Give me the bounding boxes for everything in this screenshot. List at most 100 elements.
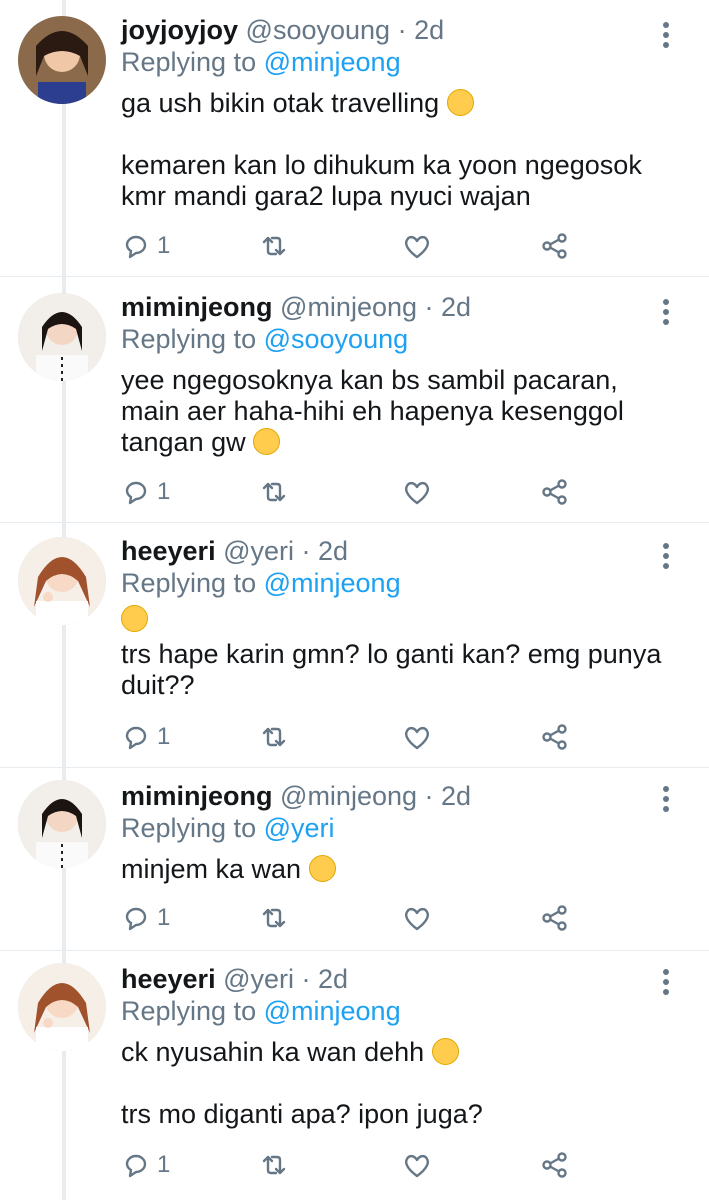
retweet-button[interactable] <box>259 720 289 754</box>
display-name[interactable]: miminjeong <box>121 292 273 322</box>
display-name[interactable]: heeyeri <box>121 964 216 994</box>
share-icon <box>542 479 567 505</box>
tweet[interactable]: miminjeong @minjeong · 2d Replying to @s… <box>0 277 709 523</box>
tweet-line: main aer haha-hihi eh hapenya kesenggol <box>121 396 624 426</box>
replying-to-label: Replying to <box>121 813 257 843</box>
more-vertical-icon[interactable] <box>663 299 669 329</box>
display-name[interactable]: miminjeong <box>121 781 273 811</box>
display-name[interactable]: heeyeri <box>121 536 216 566</box>
action-bar: 1 <box>121 229 581 263</box>
tweet-line: tangan gw <box>121 427 246 457</box>
tweet[interactable]: joyjoyjoy @sooyoung · 2d Replying to @mi… <box>0 0 709 277</box>
tweet[interactable]: miminjeong @minjeong · 2d Replying to @y… <box>0 768 709 951</box>
user-handle[interactable]: @yeri <box>223 964 294 994</box>
reply-icon <box>125 481 147 505</box>
replying-to: Replying to @yeri <box>121 812 669 844</box>
like-button[interactable] <box>402 720 432 754</box>
heart-icon <box>404 907 430 931</box>
timestamp[interactable]: · 2d <box>302 536 349 566</box>
share-icon <box>542 233 567 259</box>
mention-link[interactable]: @minjeong <box>264 996 401 1026</box>
share-button[interactable] <box>540 475 570 509</box>
timestamp[interactable]: · 2d <box>425 292 472 322</box>
heart-icon <box>404 481 430 505</box>
reply-button[interactable]: 1 <box>121 901 170 935</box>
action-bar: 1 <box>121 901 581 935</box>
reply-button[interactable]: 1 <box>121 720 170 754</box>
reply-button[interactable]: 1 <box>121 475 170 509</box>
like-button[interactable] <box>402 475 432 509</box>
avatar[interactable] <box>18 537 106 625</box>
timestamp[interactable]: · 2d <box>398 15 445 45</box>
expressionless-emoji-icon <box>121 605 148 632</box>
retweet-button[interactable] <box>259 475 289 509</box>
user-handle[interactable]: @sooyoung <box>246 15 391 45</box>
reply-count: 1 <box>157 478 171 505</box>
action-bar: 1 <box>121 1148 581 1182</box>
reply-icon <box>125 907 147 931</box>
mention-link[interactable]: @sooyoung <box>264 324 409 354</box>
heart-icon <box>404 726 430 750</box>
more-vertical-icon[interactable] <box>663 22 669 52</box>
replying-to-label: Replying to <box>121 47 257 77</box>
avatar[interactable] <box>18 293 106 381</box>
share-icon <box>542 1152 567 1178</box>
tweet-line: trs hape karin gmn? lo ganti kan? emg pu… <box>121 639 662 669</box>
tweet[interactable]: heeyeri @yeri · 2d Replying to @minjeong… <box>0 951 709 1200</box>
tweet[interactable]: heeyeri @yeri · 2d Replying to @minjeong… <box>0 523 709 768</box>
share-button[interactable] <box>540 229 570 263</box>
reply-button[interactable]: 1 <box>121 1148 170 1182</box>
display-name[interactable]: joyjoyjoy <box>121 15 238 45</box>
retweet-icon <box>262 908 286 928</box>
tweet-line: kemaren kan lo dihukum ka yoon ngegosok <box>121 150 642 180</box>
timestamp[interactable]: · 2d <box>425 781 472 811</box>
mention-link[interactable]: @minjeong <box>264 568 401 598</box>
tweet-line: trs mo diganti apa? ipon juga? <box>121 1099 483 1129</box>
tweet-line: minjem ka wan <box>121 854 302 884</box>
retweet-button[interactable] <box>259 901 289 935</box>
action-bar: 1 <box>121 475 581 509</box>
reply-icon <box>125 726 147 750</box>
tweet-line: duit?? <box>121 670 195 700</box>
timestamp[interactable]: · 2d <box>302 964 349 994</box>
like-button[interactable] <box>402 1148 432 1182</box>
reply-count: 1 <box>157 1151 171 1178</box>
tweet-line: kmr mandi gara2 lupa nyuci wajan <box>121 181 531 211</box>
reply-button[interactable]: 1 <box>121 229 170 263</box>
user-handle[interactable]: @yeri <box>223 536 294 566</box>
retweet-button[interactable] <box>259 229 289 263</box>
share-button[interactable] <box>540 901 570 935</box>
mention-link[interactable]: @yeri <box>264 813 335 843</box>
tweet-line: ga ush bikin otak travelling <box>121 88 440 118</box>
tweet-header: joyjoyjoy @sooyoung · 2d <box>121 14 669 46</box>
replying-to-label: Replying to <box>121 996 257 1026</box>
like-button[interactable] <box>402 901 432 935</box>
replying-to-label: Replying to <box>121 568 257 598</box>
reply-count: 1 <box>157 904 171 931</box>
more-vertical-icon[interactable] <box>663 969 669 999</box>
upside-down-face-emoji-icon <box>308 855 336 882</box>
like-button[interactable] <box>402 229 432 263</box>
user-handle[interactable]: @minjeong <box>280 292 417 322</box>
tweet-text: minjem ka wan <box>121 854 669 885</box>
avatar[interactable] <box>18 780 106 868</box>
retweet-button[interactable] <box>259 1148 289 1182</box>
retweet-icon <box>262 1155 286 1175</box>
replying-to: Replying to @minjeong <box>121 46 669 78</box>
more-vertical-icon[interactable] <box>663 786 669 816</box>
action-bar: 1 <box>121 720 581 754</box>
replying-to: Replying to @sooyoung <box>121 323 669 355</box>
crying-emoji-icon <box>253 428 281 455</box>
retweet-icon <box>262 727 286 747</box>
more-vertical-icon[interactable] <box>663 543 669 573</box>
tweet-header: miminjeong @minjeong · 2d <box>121 780 669 812</box>
avatar[interactable] <box>18 963 106 1051</box>
mention-link[interactable]: @minjeong <box>264 47 401 77</box>
heart-icon <box>404 1154 430 1178</box>
avatar[interactable] <box>18 16 106 104</box>
share-button[interactable] <box>540 1148 570 1182</box>
tweet-text: ck nyusahin ka wan dehh trs mo diganti a… <box>121 1037 669 1130</box>
share-button[interactable] <box>540 720 570 754</box>
user-handle[interactable]: @minjeong <box>280 781 417 811</box>
heart-icon <box>404 235 430 259</box>
